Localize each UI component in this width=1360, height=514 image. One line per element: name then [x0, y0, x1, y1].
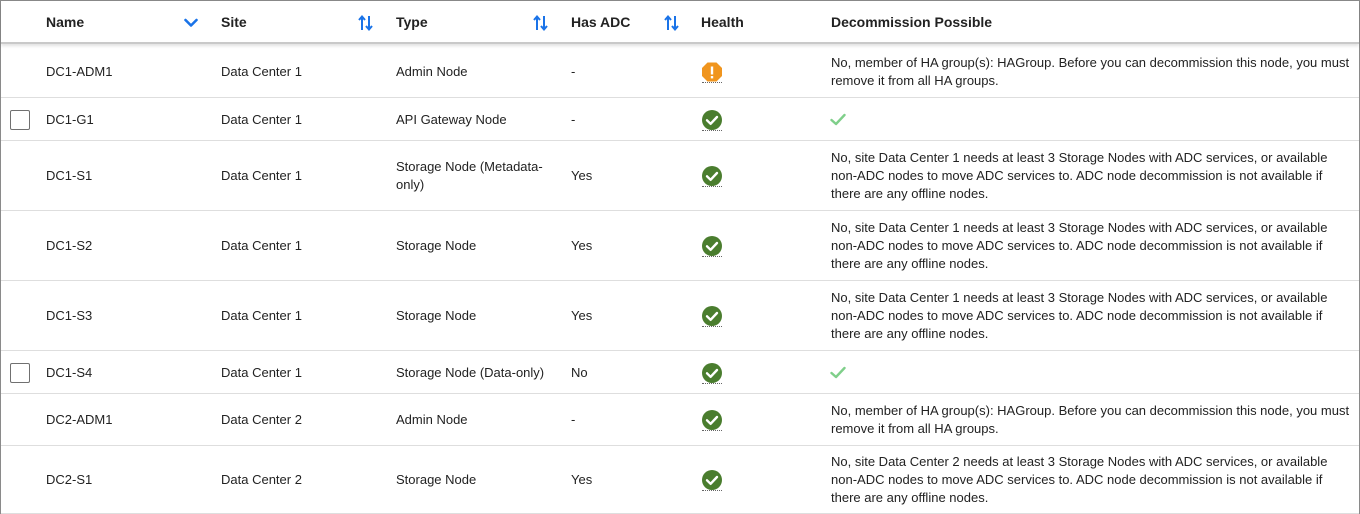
health-ok-icon[interactable] [701, 409, 723, 433]
table-row[interactable]: DC1-G1 Data Center 1 API Gateway Node - [1, 98, 1359, 141]
node-table: Name Site Type Has ADC Health Decommissi… [0, 0, 1360, 514]
node-has-adc: Yes [571, 308, 593, 323]
node-type: Storage Node (Metadata-only) [396, 159, 543, 192]
health-ok-icon[interactable] [701, 165, 723, 189]
node-name: DC1-S1 [46, 168, 93, 183]
node-name: DC1-ADM1 [46, 63, 113, 79]
decommission-status: No, site Data Center 1 needs at least 3 … [831, 290, 1328, 341]
column-header-type[interactable]: Type [396, 1, 428, 44]
sort-icon[interactable] [358, 14, 374, 32]
health-ok-icon[interactable] [701, 109, 723, 133]
health-ok-icon[interactable] [701, 235, 723, 259]
health-warning-icon[interactable] [701, 61, 723, 85]
decommission-possible-check-icon [830, 366, 848, 380]
node-type: API Gateway Node [396, 111, 507, 127]
decommission-status: No, site Data Center 2 needs at least 3 … [831, 454, 1328, 505]
node-has-adc: - [571, 412, 576, 427]
table-row[interactable]: DC1-S2 Data Center 1 Storage Node Yes No, si… [1, 211, 1359, 281]
node-type: Admin Node [396, 412, 468, 427]
node-name: DC2-S1 [46, 472, 93, 487]
node-name: DC2-ADM1 [46, 412, 113, 427]
node-name: DC1-S4 [46, 364, 93, 380]
health-ok-icon[interactable] [701, 469, 723, 493]
node-has-adc: - [571, 63, 576, 79]
node-has-adc: Yes [571, 168, 593, 183]
node-type: Storage Node [396, 308, 477, 323]
row-select-checkbox[interactable] [10, 363, 30, 383]
column-header-site[interactable]: Site [221, 1, 247, 44]
node-type: Storage Node [396, 238, 477, 253]
health-ok-icon[interactable] [701, 305, 723, 329]
node-site: Data Center 1 [221, 63, 302, 79]
node-site: Data Center 1 [221, 308, 302, 323]
node-site: Data Center 1 [221, 168, 302, 183]
node-site: Data Center 1 [221, 238, 302, 253]
decommission-status: No, member of HA group(s): HAGroup. Befo… [831, 403, 1350, 436]
node-type: Storage Node [396, 472, 477, 487]
node-site: Data Center 2 [221, 472, 302, 487]
node-site: Data Center 1 [221, 111, 302, 127]
node-name: DC1-S3 [46, 308, 93, 323]
table-row[interactable]: DC1-S4 Data Center 1 Storage Node (Data-on… [1, 351, 1359, 394]
table-row[interactable]: DC1-S1 Data Center 1 Storage Node (Metadat… [1, 141, 1359, 211]
table-row[interactable]: DC1-ADM1 Data Center 1 Admin Node - No, memb… [1, 45, 1359, 98]
node-site: Data Center 1 [221, 364, 302, 380]
node-has-adc: - [571, 111, 576, 127]
table-row[interactable]: DC2-S1 Data Center 2 Storage Node Yes No, si… [1, 446, 1359, 514]
node-site: Data Center 2 [221, 412, 302, 427]
sort-descending-icon[interactable] [183, 14, 199, 32]
sort-icon[interactable] [533, 14, 549, 32]
node-has-adc: Yes [571, 238, 593, 253]
node-has-adc: No [571, 364, 588, 380]
node-has-adc: Yes [571, 472, 593, 487]
sort-icon[interactable] [664, 14, 680, 32]
decommission-status: No, site Data Center 1 needs at least 3 … [831, 220, 1328, 271]
column-header-health: Health [701, 14, 744, 30]
node-name: DC1-G1 [46, 111, 94, 127]
column-header-name[interactable]: Name [46, 1, 84, 44]
node-type: Storage Node (Data-only) [396, 364, 545, 380]
node-name: DC1-S2 [46, 238, 93, 253]
health-ok-icon[interactable] [701, 362, 723, 386]
decommission-possible-check-icon [830, 113, 848, 127]
decommission-status: No, member of HA group(s): HAGroup. Befo… [831, 55, 1350, 88]
table-row[interactable]: DC1-S3 Data Center 1 Storage Node Yes No, si… [1, 281, 1359, 351]
column-header-decommission: Decommission Possible [831, 14, 993, 30]
table-header: Name Site Type Has ADC Health Decommissi… [1, 1, 1359, 44]
column-header-has-adc[interactable]: Has ADC [571, 1, 630, 44]
decommission-status: No, site Data Center 1 needs at least 3 … [831, 150, 1328, 201]
node-type: Admin Node [396, 63, 468, 79]
row-select-checkbox[interactable] [10, 110, 30, 130]
table-row[interactable]: DC2-ADM1 Data Center 2 Admin Node - No, memb… [1, 394, 1359, 446]
